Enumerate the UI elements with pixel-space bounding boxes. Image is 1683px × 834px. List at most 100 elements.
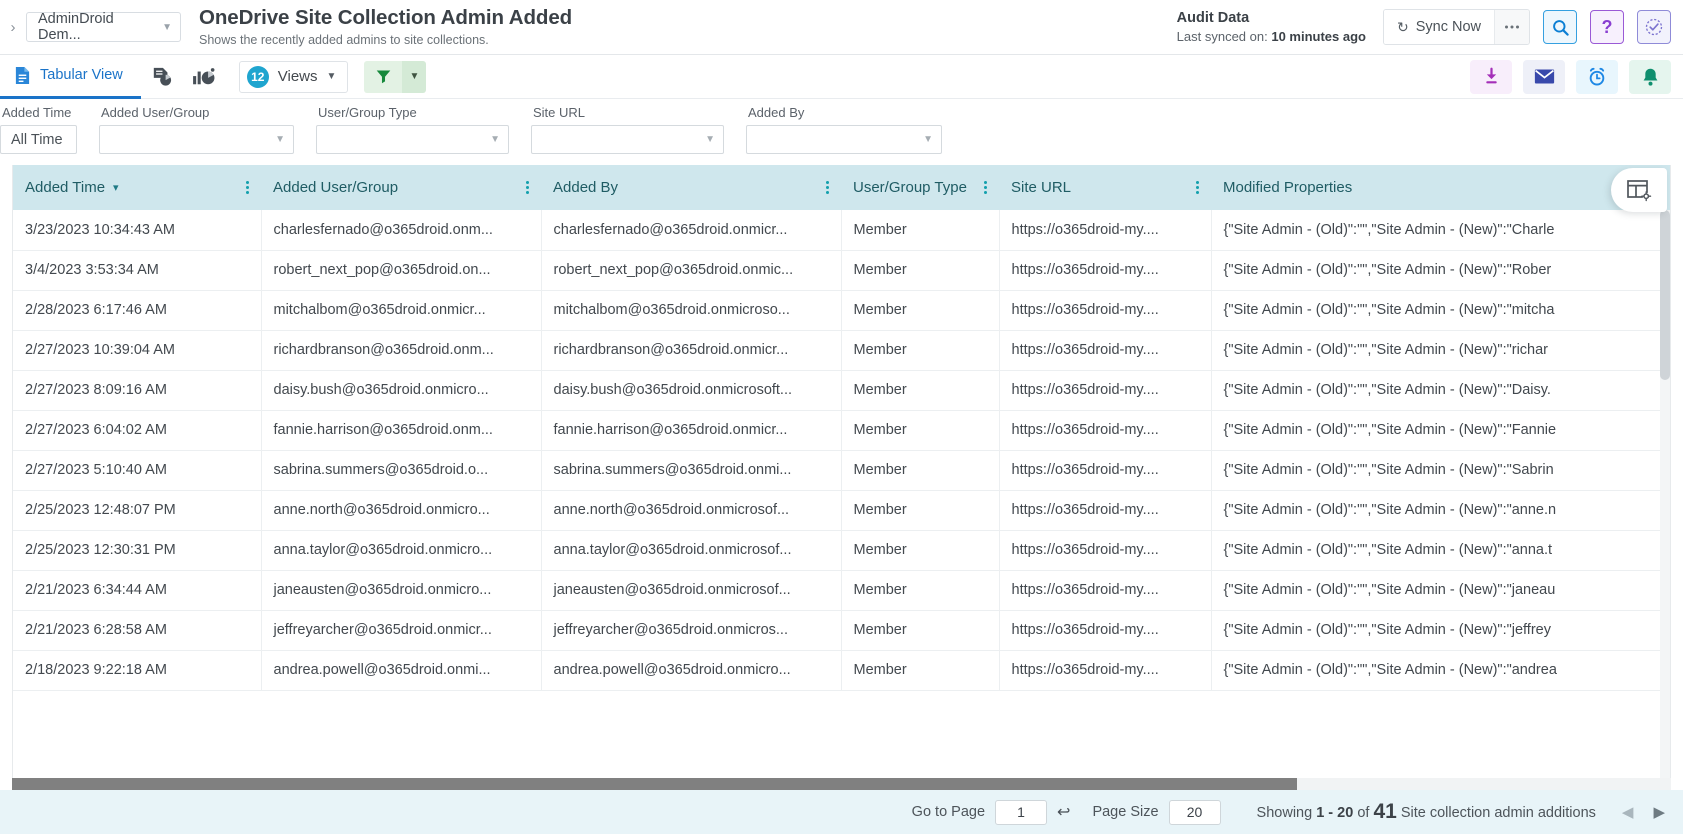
cell-added-time: 2/25/2023 12:30:31 PM	[13, 530, 261, 570]
sync-more-button[interactable]	[1494, 10, 1529, 44]
table-row[interactable]: 2/18/2023 9:22:18 AMandrea.powell@o365dr…	[13, 650, 1671, 690]
table-row[interactable]: 3/23/2023 10:34:43 AMcharlesfernado@o365…	[13, 210, 1671, 250]
filter-user-group-type-control[interactable]: ▼	[316, 125, 509, 154]
cell-added-by: daisy.bush@o365droid.onmicrosoft...	[541, 370, 841, 410]
schedule-button[interactable]	[1576, 60, 1618, 94]
showing-total: 41	[1373, 800, 1396, 823]
page-title: OneDrive Site Collection Admin Added	[199, 6, 572, 30]
cell-site-url: https://o365droid-my....	[999, 450, 1211, 490]
alarm-clock-icon	[1587, 67, 1607, 87]
column-menu-added-time[interactable]	[238, 181, 249, 194]
table-row[interactable]: 2/27/2023 8:09:16 AMdaisy.bush@o365droid…	[13, 370, 1671, 410]
cell-user-group-type: Member	[841, 530, 999, 570]
sort-descending-icon[interactable]: ▾	[113, 181, 119, 194]
filter-bar: Added Time All Time Added User/Group ▼ U…	[0, 99, 1683, 165]
table-horizontal-scroll-thumb[interactable]	[12, 778, 1297, 790]
cell-added-user-group: jeffreyarcher@o365droid.onmicr...	[261, 610, 541, 650]
cell-added-user-group: robert_next_pop@o365droid.on...	[261, 250, 541, 290]
cell-modified-properties: {"Site Admin - (Old)":"","Site Admin - (…	[1211, 610, 1671, 650]
table-row[interactable]: 2/25/2023 12:30:31 PM anna.taylor@o365dro…	[13, 530, 1671, 570]
audit-data-title: Audit Data	[1177, 9, 1366, 27]
cell-added-by: charlesfernado@o365droid.onmicr...	[541, 210, 841, 250]
filter-site-url-control[interactable]: ▼	[531, 125, 724, 154]
filter-added-by-control[interactable]: ▼	[746, 125, 942, 154]
column-menu-site-url[interactable]	[1188, 181, 1199, 194]
column-header-added-time-label: Added Time	[25, 179, 105, 196]
column-menu-added-by[interactable]	[818, 181, 829, 194]
cell-added-time: 2/21/2023 6:28:58 AM	[13, 610, 261, 650]
chevron-down-icon: ▼	[490, 134, 500, 145]
filter-button[interactable]	[364, 61, 402, 93]
page-subtitle: Shows the recently added admins to site …	[199, 33, 572, 48]
views-dropdown[interactable]: 12 Views ▼	[239, 61, 349, 93]
table-row[interactable]: 3/4/2023 3:53:34 AMrobert_next_pop@o365d…	[13, 250, 1671, 290]
cell-site-url: https://o365droid-my....	[999, 370, 1211, 410]
email-button[interactable]	[1523, 60, 1565, 94]
cell-added-time: 2/18/2023 9:22:18 AM	[13, 650, 261, 690]
table-vertical-scrollbar[interactable]	[1660, 210, 1670, 778]
table-horizontal-scrollbar[interactable]	[12, 778, 1671, 790]
column-header-user-group-type[interactable]: User/Group Type	[841, 165, 999, 210]
table-row[interactable]: 2/27/2023 6:04:02 AMfannie.harrison@o365…	[13, 410, 1671, 450]
column-header-added-user-group-label: Added User/Group	[273, 179, 398, 196]
table-row[interactable]: 2/28/2023 6:17:46 AMmitchalbom@o365droid…	[13, 290, 1671, 330]
column-header-added-user-group[interactable]: Added User/Group	[261, 165, 541, 210]
view-toolbar: Tabular View 12 Views ▼	[0, 55, 1683, 99]
chevron-down-icon: ▼	[275, 134, 285, 145]
page-size-label: Page Size	[1092, 804, 1158, 820]
chart-view-icon	[192, 67, 216, 87]
table-row[interactable]: 2/27/2023 10:39:04 AMrichardbranson@o365…	[13, 330, 1671, 370]
cell-modified-properties: {"Site Admin - (Old)":"","Site Admin - (…	[1211, 570, 1671, 610]
cell-added-by: anna.taylor@o365droid.onmicrosof...	[541, 530, 841, 570]
prev-page-button[interactable]: ◀	[1622, 803, 1634, 821]
page-size-input[interactable]	[1169, 800, 1221, 825]
cell-modified-properties: {"Site Admin - (Old)":"","Site Admin - (…	[1211, 330, 1671, 370]
chevron-right-icon[interactable]: ›	[0, 19, 26, 36]
cell-added-by: sabrina.summers@o365droid.onmi...	[541, 450, 841, 490]
filter-added-user-group-control[interactable]: ▼	[99, 125, 294, 154]
cell-site-url: https://o365droid-my....	[999, 210, 1211, 250]
cell-user-group-type: Member	[841, 370, 999, 410]
table-vertical-scroll-thumb[interactable]	[1660, 210, 1670, 380]
filter-added-time-control[interactable]: All Time	[0, 125, 77, 154]
showing-suffix: Site collection admin additions	[1401, 805, 1596, 821]
status-button[interactable]	[1637, 10, 1671, 44]
goto-page-input[interactable]	[995, 800, 1047, 825]
enter-arrow-icon[interactable]: ↩	[1057, 802, 1070, 822]
cell-user-group-type: Member	[841, 410, 999, 450]
help-button[interactable]: ?	[1590, 10, 1624, 44]
column-header-site-url[interactable]: Site URL	[999, 165, 1211, 210]
summary-view-button[interactable]	[141, 55, 183, 99]
tenant-selector[interactable]: AdminDroid Dem... ▼	[26, 12, 181, 42]
document-icon	[14, 66, 31, 85]
column-header-added-time[interactable]: Added Time ▾	[13, 165, 261, 210]
alert-button[interactable]	[1629, 60, 1671, 94]
top-header: › AdminDroid Dem... ▼ OneDrive Site Coll…	[0, 0, 1683, 55]
cell-user-group-type: Member	[841, 570, 999, 610]
download-button[interactable]	[1470, 60, 1512, 94]
pager: ◀ ▶	[1622, 803, 1665, 821]
table-row[interactable]: 2/27/2023 5:10:40 AMsabrina.summers@o365…	[13, 450, 1671, 490]
chart-view-button[interactable]	[183, 55, 225, 99]
refresh-icon: ↻	[1397, 19, 1409, 36]
column-settings-button[interactable]	[1611, 168, 1667, 212]
cell-added-time: 2/28/2023 6:17:46 AM	[13, 290, 261, 330]
column-menu-added-user-group[interactable]	[518, 181, 529, 194]
global-search-button[interactable]	[1543, 10, 1577, 44]
next-page-button[interactable]: ▶	[1653, 803, 1665, 821]
table-body: 3/23/2023 10:34:43 AMcharlesfernado@o365…	[13, 210, 1671, 690]
sync-now-button[interactable]: ↻ Sync Now	[1384, 10, 1494, 44]
cell-modified-properties: {"Site Admin - (Old)":"","Site Admin - (…	[1211, 490, 1671, 530]
table-row[interactable]: 2/21/2023 6:34:44 AMjaneausten@o365droid…	[13, 570, 1671, 610]
column-header-modified-properties[interactable]: Modified Properties	[1211, 165, 1671, 210]
tab-tabular-view[interactable]: Tabular View	[0, 55, 141, 99]
table-row[interactable]: 2/25/2023 12:48:07 PManne.north@o365droi…	[13, 490, 1671, 530]
filter-dropdown-button[interactable]: ▼	[402, 61, 426, 93]
cell-added-user-group: richardbranson@o365droid.onm...	[261, 330, 541, 370]
column-menu-user-group-type[interactable]	[976, 181, 987, 194]
filter-added-time-label: Added Time	[0, 105, 77, 120]
table-row[interactable]: 2/21/2023 6:28:58 AMjeffreyarcher@o365dr…	[13, 610, 1671, 650]
column-header-added-by[interactable]: Added By	[541, 165, 841, 210]
cell-added-time: 2/25/2023 12:48:07 PM	[13, 490, 261, 530]
chevron-down-icon: ▼	[705, 134, 715, 145]
